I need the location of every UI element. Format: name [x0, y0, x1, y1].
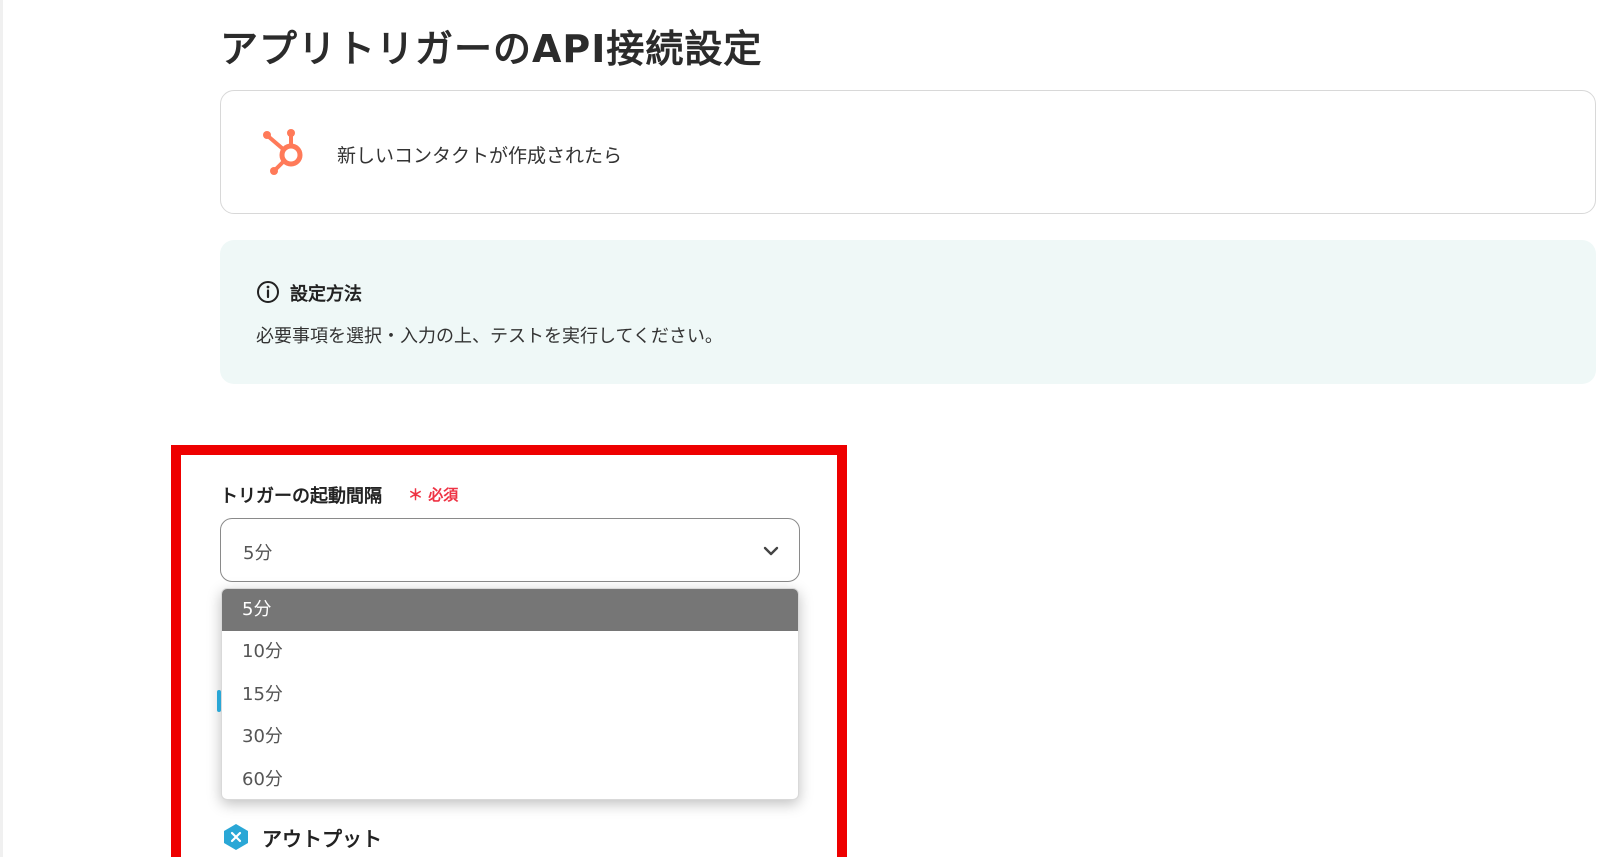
output-icon [224, 824, 248, 850]
chevron-down-icon [763, 546, 779, 556]
output-label: アウトプット [262, 827, 382, 851]
hubspot-icon [263, 129, 303, 175]
info-circle-icon [257, 281, 279, 303]
interval-select[interactable]: 5分 [220, 518, 800, 582]
info-title: 設定方法 [290, 284, 362, 305]
page-title: アプリトリガーのAPI接続設定 [220, 27, 763, 71]
interval-dropdown: 5分 10分 15分 30分 60分 [221, 588, 799, 800]
interval-select-value: 5分 [243, 543, 273, 564]
info-box: 設定方法 必要事項を選択・入力の上、テストを実行してください。 [220, 240, 1596, 384]
interval-option-10[interactable]: 10分 [222, 631, 798, 673]
left-edge-divider [0, 0, 3, 857]
trigger-label: 新しいコンタクトが作成されたら [337, 145, 623, 167]
trigger-card: 新しいコンタクトが作成されたら [220, 90, 1596, 214]
interval-field-label: トリガーの起動間隔 [220, 486, 382, 507]
interval-option-15[interactable]: 15分 [222, 674, 798, 716]
required-badge: ＊ 必須 [408, 486, 459, 504]
interval-option-5[interactable]: 5分 [222, 589, 798, 632]
info-text: 必要事項を選択・入力の上、テストを実行してください。 [256, 326, 723, 347]
obscured-icon [217, 690, 221, 712]
interval-option-30[interactable]: 30分 [222, 716, 798, 758]
app-trigger-settings-page: アプリトリガーのAPI接続設定 新しいコンタクトが作成されたら 設定方法 必要事… [0, 0, 1600, 857]
interval-option-60[interactable]: 60分 [222, 759, 798, 799]
